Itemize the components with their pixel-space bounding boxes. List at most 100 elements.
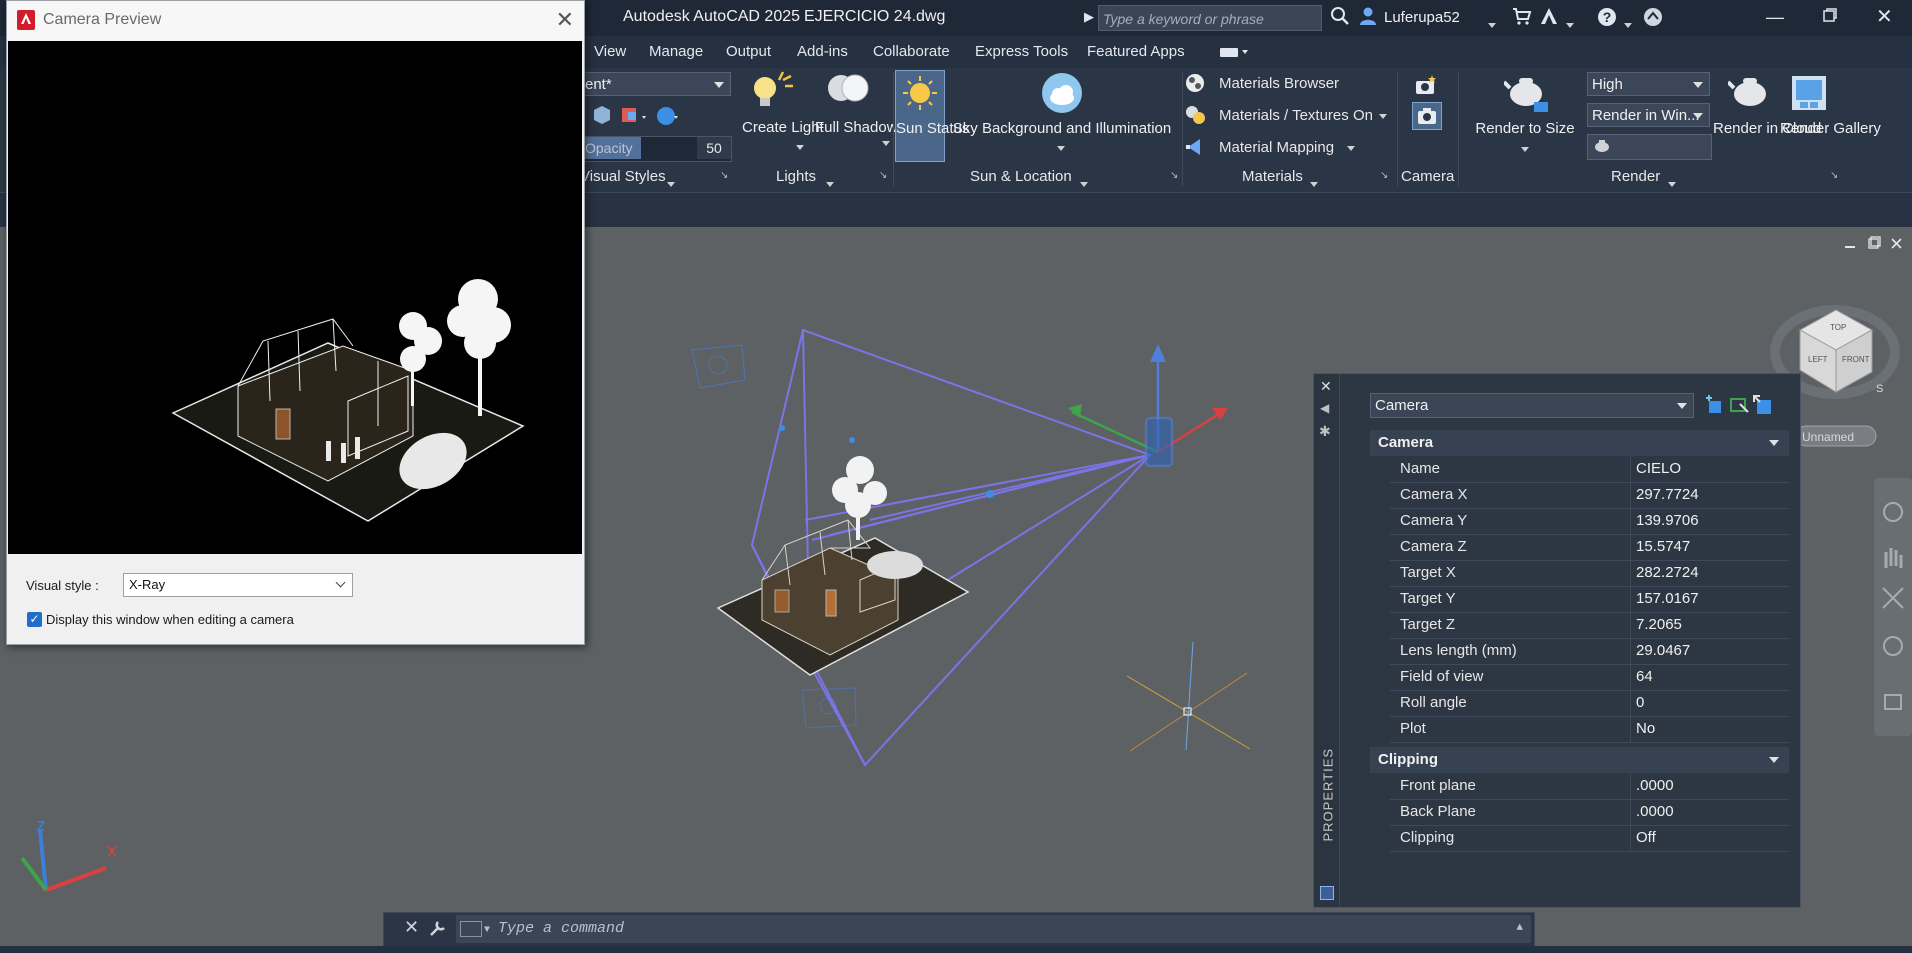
prop-value[interactable]: 0: [1636, 694, 1644, 711]
prop-value[interactable]: 157.0167: [1636, 590, 1699, 607]
prop-row[interactable]: Camera Y 139.9706: [1390, 508, 1789, 535]
visual-style-select[interactable]: X-Ray: [123, 573, 353, 597]
help-dropdown-icon[interactable]: [1624, 13, 1632, 35]
palette-autohide-icon[interactable]: ◀: [1320, 401, 1329, 415]
visual-style-dropdown[interactable]: ent*: [580, 72, 731, 96]
render-quality-dropdown[interactable]: High: [1587, 72, 1710, 96]
full-shadows-icon[interactable]: [825, 72, 871, 114]
prop-row[interactable]: Plot No: [1390, 716, 1789, 743]
opacity-value[interactable]: 50: [697, 137, 731, 159]
prop-value[interactable]: 15.5747: [1636, 538, 1690, 555]
prop-row[interactable]: Lens length (mm) 29.0467: [1390, 638, 1789, 665]
render-location-dropdown[interactable]: Render in Win...: [1587, 103, 1710, 127]
restore-window-icon[interactable]: [1822, 6, 1838, 28]
tab-collaborate[interactable]: Collaborate: [873, 43, 950, 60]
render-gallery-button[interactable]: Render Gallery: [1780, 119, 1881, 138]
command-input[interactable]: ▼ Type a command ▲: [456, 915, 1531, 943]
palette-close-icon[interactable]: ✕: [1320, 378, 1332, 395]
user-icon[interactable]: [1358, 6, 1378, 31]
sky-background-dropdown-icon[interactable]: [1057, 139, 1065, 156]
toggle-pickadd-icon[interactable]: [1704, 394, 1726, 420]
render-to-size-dropdown-icon[interactable]: [1521, 140, 1529, 157]
wcs-menu-badge[interactable]: Unnamed: [1795, 425, 1877, 447]
visual-styles-launcher-icon[interactable]: ↘: [720, 170, 728, 181]
connect-icon[interactable]: [1642, 6, 1664, 33]
panel-camera[interactable]: Camera: [1401, 168, 1454, 185]
camera-preview-toggle-icon[interactable]: [1412, 102, 1442, 130]
search-input[interactable]: Type a keyword or phrase: [1098, 5, 1322, 31]
section-collapse-icon[interactable]: [1769, 757, 1779, 763]
prop-value[interactable]: .0000: [1636, 803, 1674, 820]
a360-dropdown-icon[interactable]: [1566, 13, 1574, 35]
create-camera-icon[interactable]: [1414, 74, 1438, 100]
materials-expand-icon[interactable]: [1310, 175, 1318, 192]
section-collapse-icon[interactable]: [1769, 440, 1779, 446]
prop-row[interactable]: Camera Z 15.5747: [1390, 534, 1789, 561]
prop-value[interactable]: Off: [1636, 829, 1656, 846]
prop-row[interactable]: Back Plane .0000: [1390, 799, 1789, 826]
create-light-button[interactable]: Create Light: [742, 118, 824, 137]
lights-launcher-icon[interactable]: ↘: [879, 170, 887, 181]
materials-browser-button[interactable]: Materials Browser: [1184, 72, 1339, 98]
create-light-dropdown-icon[interactable]: [796, 138, 804, 155]
command-history-dropdown-icon[interactable]: ▼: [484, 917, 490, 945]
render-launcher-icon[interactable]: ↘: [1830, 170, 1838, 181]
search-icon[interactable]: [1330, 6, 1350, 31]
object-type-dropdown[interactable]: Camera: [1370, 393, 1694, 418]
panel-render[interactable]: Render: [1611, 168, 1660, 185]
tab-featured-apps[interactable]: Featured Apps: [1087, 43, 1185, 60]
user-dropdown-icon[interactable]: [1488, 13, 1496, 35]
minimize-window-icon[interactable]: —: [1766, 6, 1784, 28]
prop-value[interactable]: .0000: [1636, 777, 1674, 794]
select-objects-icon[interactable]: [1728, 394, 1750, 420]
navigation-bar[interactable]: [1874, 478, 1912, 736]
help-icon[interactable]: ?: [1596, 6, 1618, 33]
sun-status-button[interactable]: Sun Status: [895, 70, 969, 162]
visual-style-shade-icon[interactable]: [590, 104, 680, 132]
render-cloud-icon[interactable]: [1726, 72, 1774, 116]
sky-background-button[interactable]: Sky Background and Illumination: [951, 119, 1173, 138]
display-window-checkbox[interactable]: ✓: [27, 612, 42, 627]
prop-value[interactable]: No: [1636, 720, 1655, 737]
section-camera-header[interactable]: Camera: [1370, 430, 1789, 456]
material-mapping-button[interactable]: Material Mapping: [1184, 136, 1355, 162]
prop-value[interactable]: 282.2724: [1636, 564, 1699, 581]
render-gallery-icon[interactable]: [1790, 72, 1830, 116]
prop-row[interactable]: Roll angle 0: [1390, 690, 1789, 717]
full-shadows-button[interactable]: Full Shadows: [815, 118, 905, 137]
prop-row[interactable]: Target Y 157.0167: [1390, 586, 1789, 613]
camera-preview-close-icon[interactable]: ✕: [556, 7, 574, 33]
tab-overflow-icon[interactable]: [1220, 46, 1248, 63]
prop-row[interactable]: Field of view 64: [1390, 664, 1789, 691]
tab-express-tools[interactable]: Express Tools: [975, 43, 1068, 60]
prop-row[interactable]: Target Z 7.2065: [1390, 612, 1789, 639]
palette-settings-icon[interactable]: ✱: [1319, 423, 1331, 440]
sky-background-icon[interactable]: [1040, 72, 1084, 118]
prop-row[interactable]: Front plane .0000: [1390, 773, 1789, 800]
prop-value[interactable]: 29.0467: [1636, 642, 1690, 659]
render-to-size-icon[interactable]: [1502, 72, 1550, 116]
tab-output[interactable]: Output: [726, 43, 771, 60]
create-light-icon[interactable]: [749, 70, 793, 116]
quick-select-icon[interactable]: [1752, 394, 1774, 420]
materials-launcher-icon[interactable]: ↘: [1380, 170, 1388, 181]
material-mapping-dropdown-icon[interactable]: [1347, 139, 1355, 156]
prop-value[interactable]: 139.9706: [1636, 512, 1699, 529]
prop-row[interactable]: Clipping Off: [1390, 825, 1789, 852]
panel-lights[interactable]: Lights: [776, 168, 816, 185]
command-close-icon[interactable]: ✕: [404, 917, 419, 938]
panel-sun-location[interactable]: Sun & Location: [970, 168, 1072, 185]
sun-location-expand-icon[interactable]: [1080, 175, 1088, 192]
sun-location-launcher-icon[interactable]: ↘: [1170, 170, 1178, 181]
tab-add-ins[interactable]: Add-ins: [797, 43, 848, 60]
materials-textures-dropdown-icon[interactable]: [1379, 107, 1387, 124]
user-name[interactable]: Luferupa52: [1384, 9, 1460, 26]
prop-value[interactable]: CIELO: [1636, 460, 1681, 477]
materials-textures-button[interactable]: Materials / Textures On: [1184, 104, 1387, 130]
prop-row[interactable]: Name CIELO: [1390, 456, 1789, 483]
autodesk-a360-icon[interactable]: [1538, 6, 1560, 31]
visual-styles-expand-icon[interactable]: [667, 175, 675, 192]
prop-value[interactable]: 7.2065: [1636, 616, 1682, 633]
tab-view[interactable]: View: [594, 43, 626, 60]
panel-materials[interactable]: Materials: [1242, 168, 1303, 185]
